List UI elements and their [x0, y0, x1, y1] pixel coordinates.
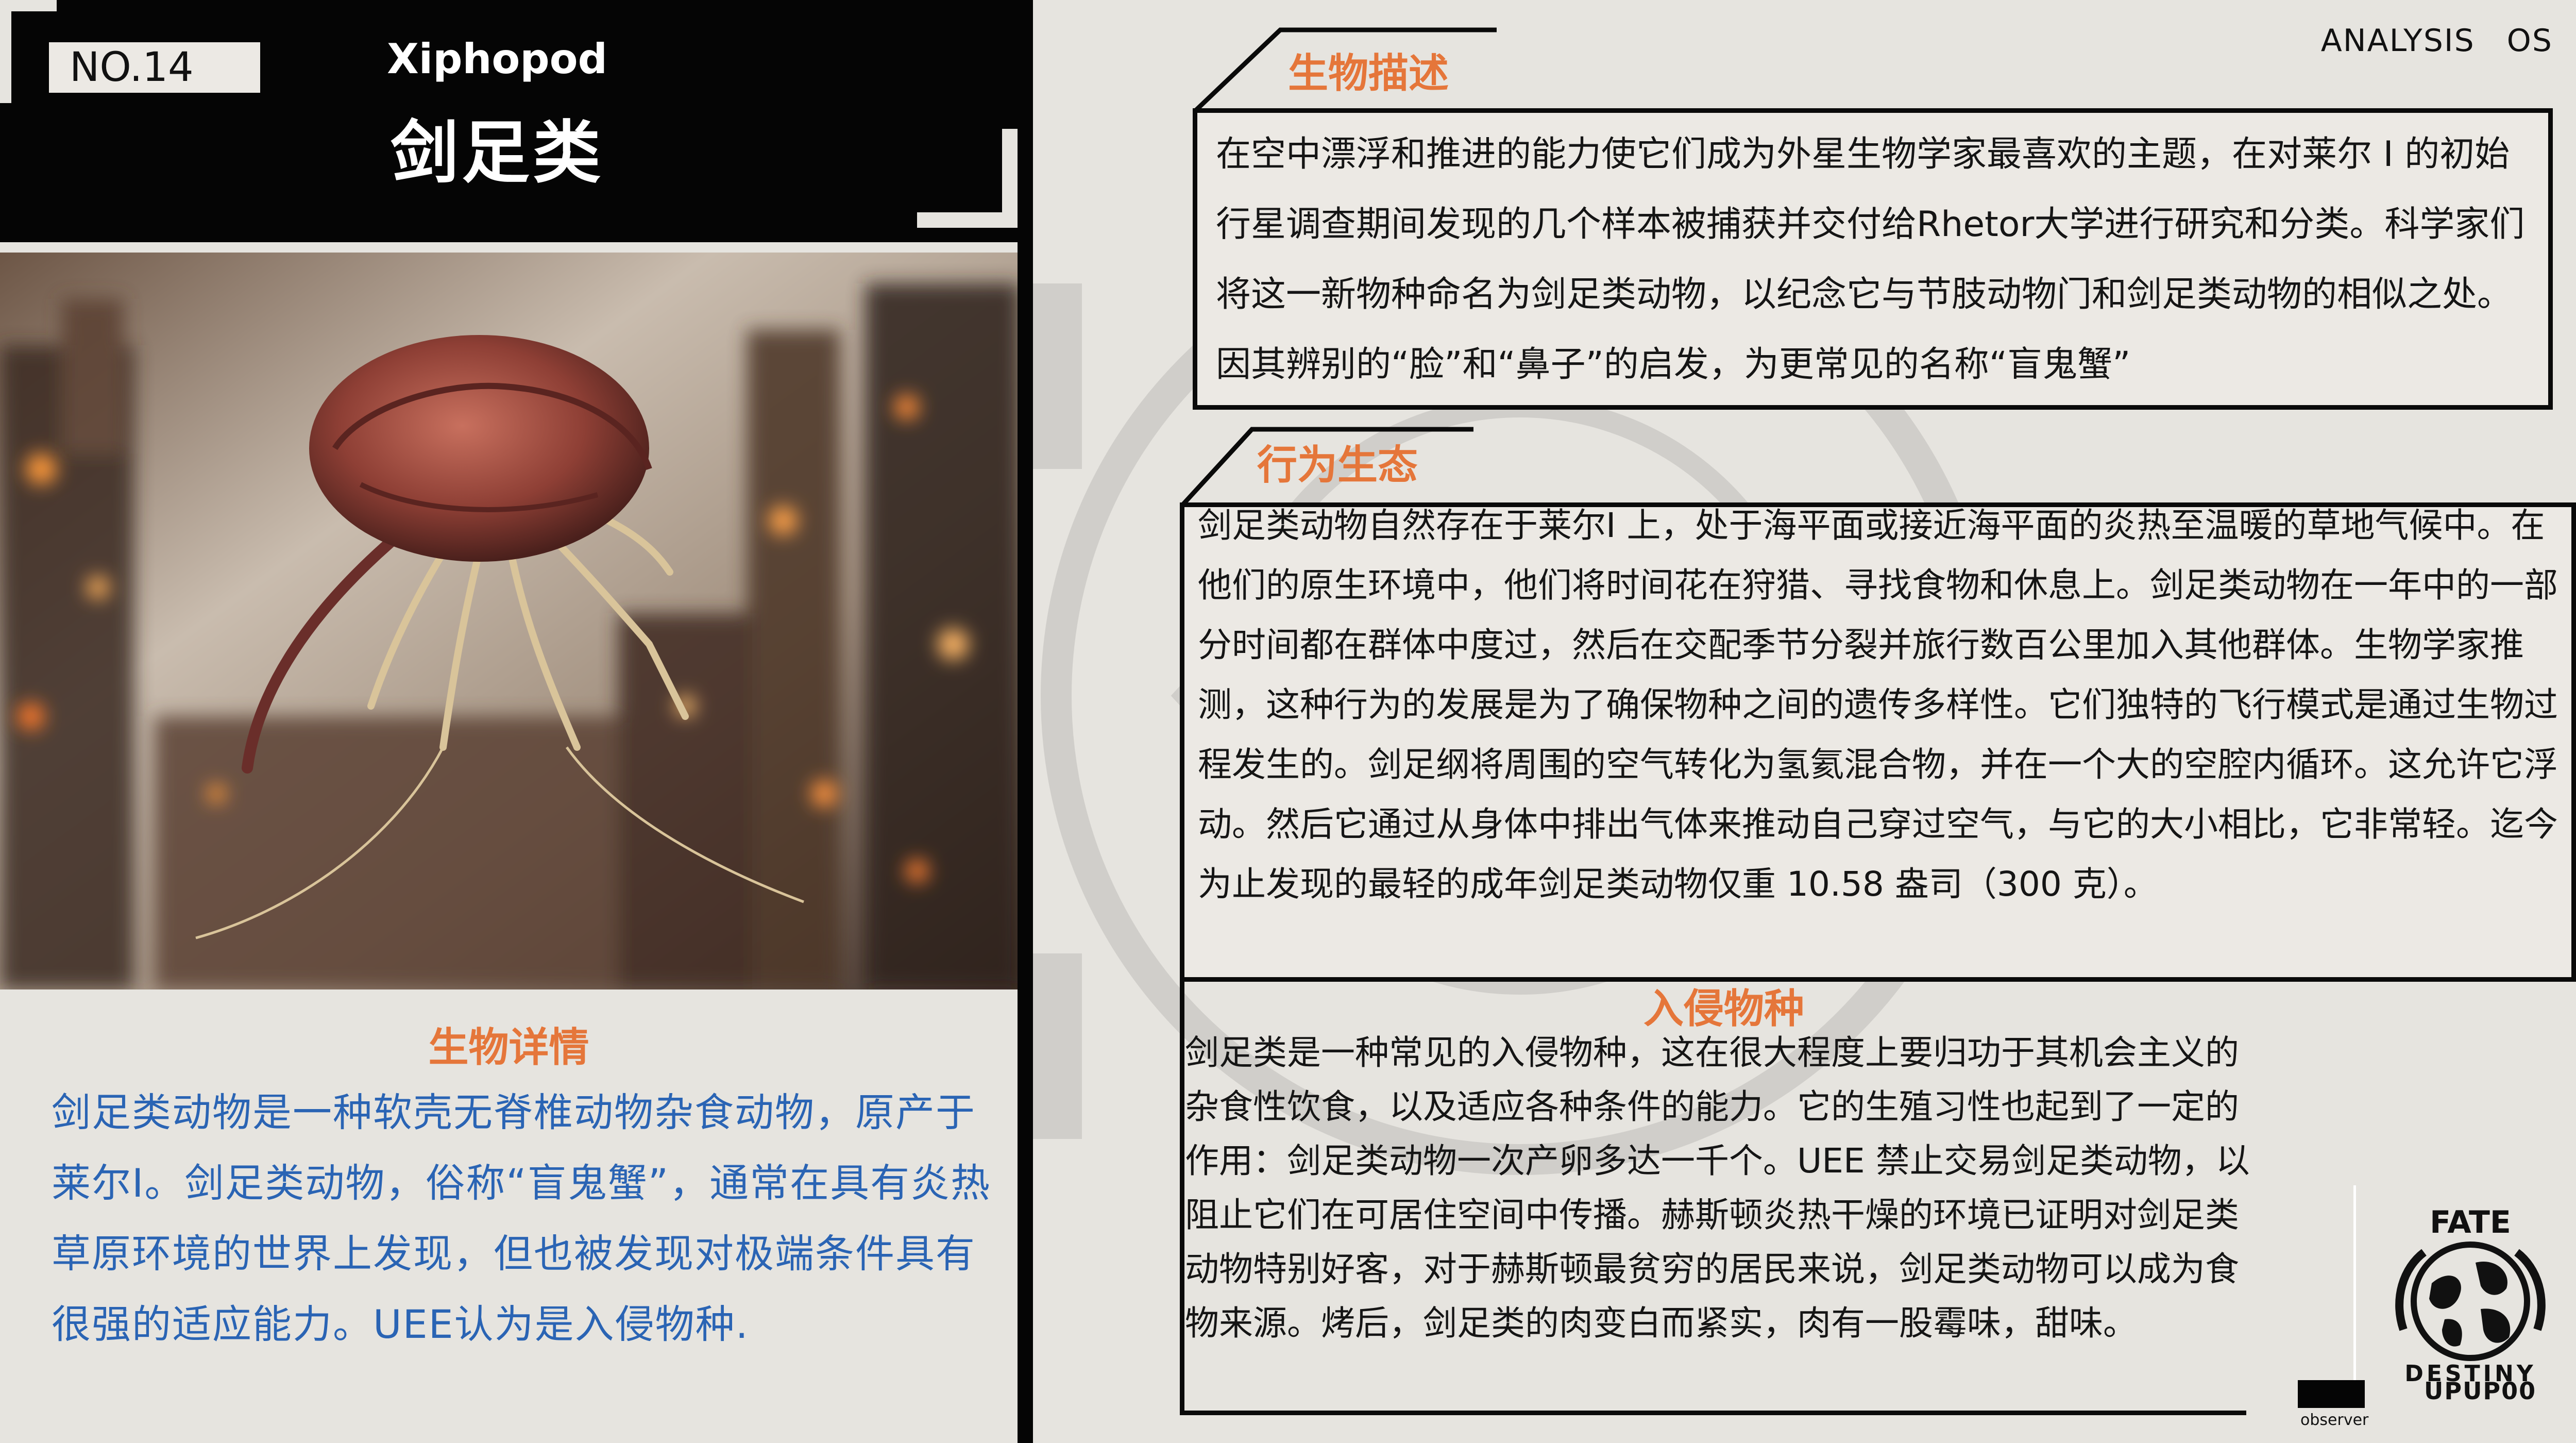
logo-divider — [2353, 1185, 2356, 1381]
behavior-text: 剑足类动物自然存在于莱尔I 上，处于海平面或接近海平面的炎热至温暖的草地气候中。… — [1198, 506, 2558, 904]
observer-block — [2298, 1380, 2365, 1408]
logo-tag: UPUP00 — [2424, 1377, 2537, 1405]
invasive-bracket — [1180, 1411, 2246, 1415]
invasive-bracket — [1180, 982, 1184, 1415]
creature-photo — [0, 253, 1018, 989]
card-number-badge: NO.14 — [49, 42, 260, 93]
invasive-text: 剑足类是一种常见的入侵物种，这在很大程度上要归功于其机会主义的杂食性饮食，以及适… — [1185, 1033, 2250, 1343]
observer-label: observer — [2300, 1411, 2369, 1429]
corner-bracket — [1002, 129, 1018, 228]
description-text: 在空中漂浮和推进的能力使它们成为外星生物学家最喜欢的主题，在对莱尔 I 的初始行… — [1216, 134, 2525, 385]
behavior-title: 行为生态 — [1257, 442, 1418, 489]
species-name-en: Xiphopod — [387, 35, 607, 83]
corner-bracket — [0, 0, 11, 103]
details-title: 生物详情 — [428, 1025, 589, 1071]
description-title: 生物描述 — [1288, 51, 1449, 97]
logo-top-text: FATE — [2430, 1204, 2511, 1240]
center-divider — [1018, 0, 1033, 1443]
analysis-os-label: ANALYSIS OS — [2320, 23, 2553, 59]
details-text: 剑足类动物是一种软壳无脊椎动物杂食动物，原产于莱尔I。剑足类动物，俗称“盲鬼蟹”… — [52, 1089, 991, 1347]
species-name-cn: 剑足类 — [391, 113, 604, 193]
